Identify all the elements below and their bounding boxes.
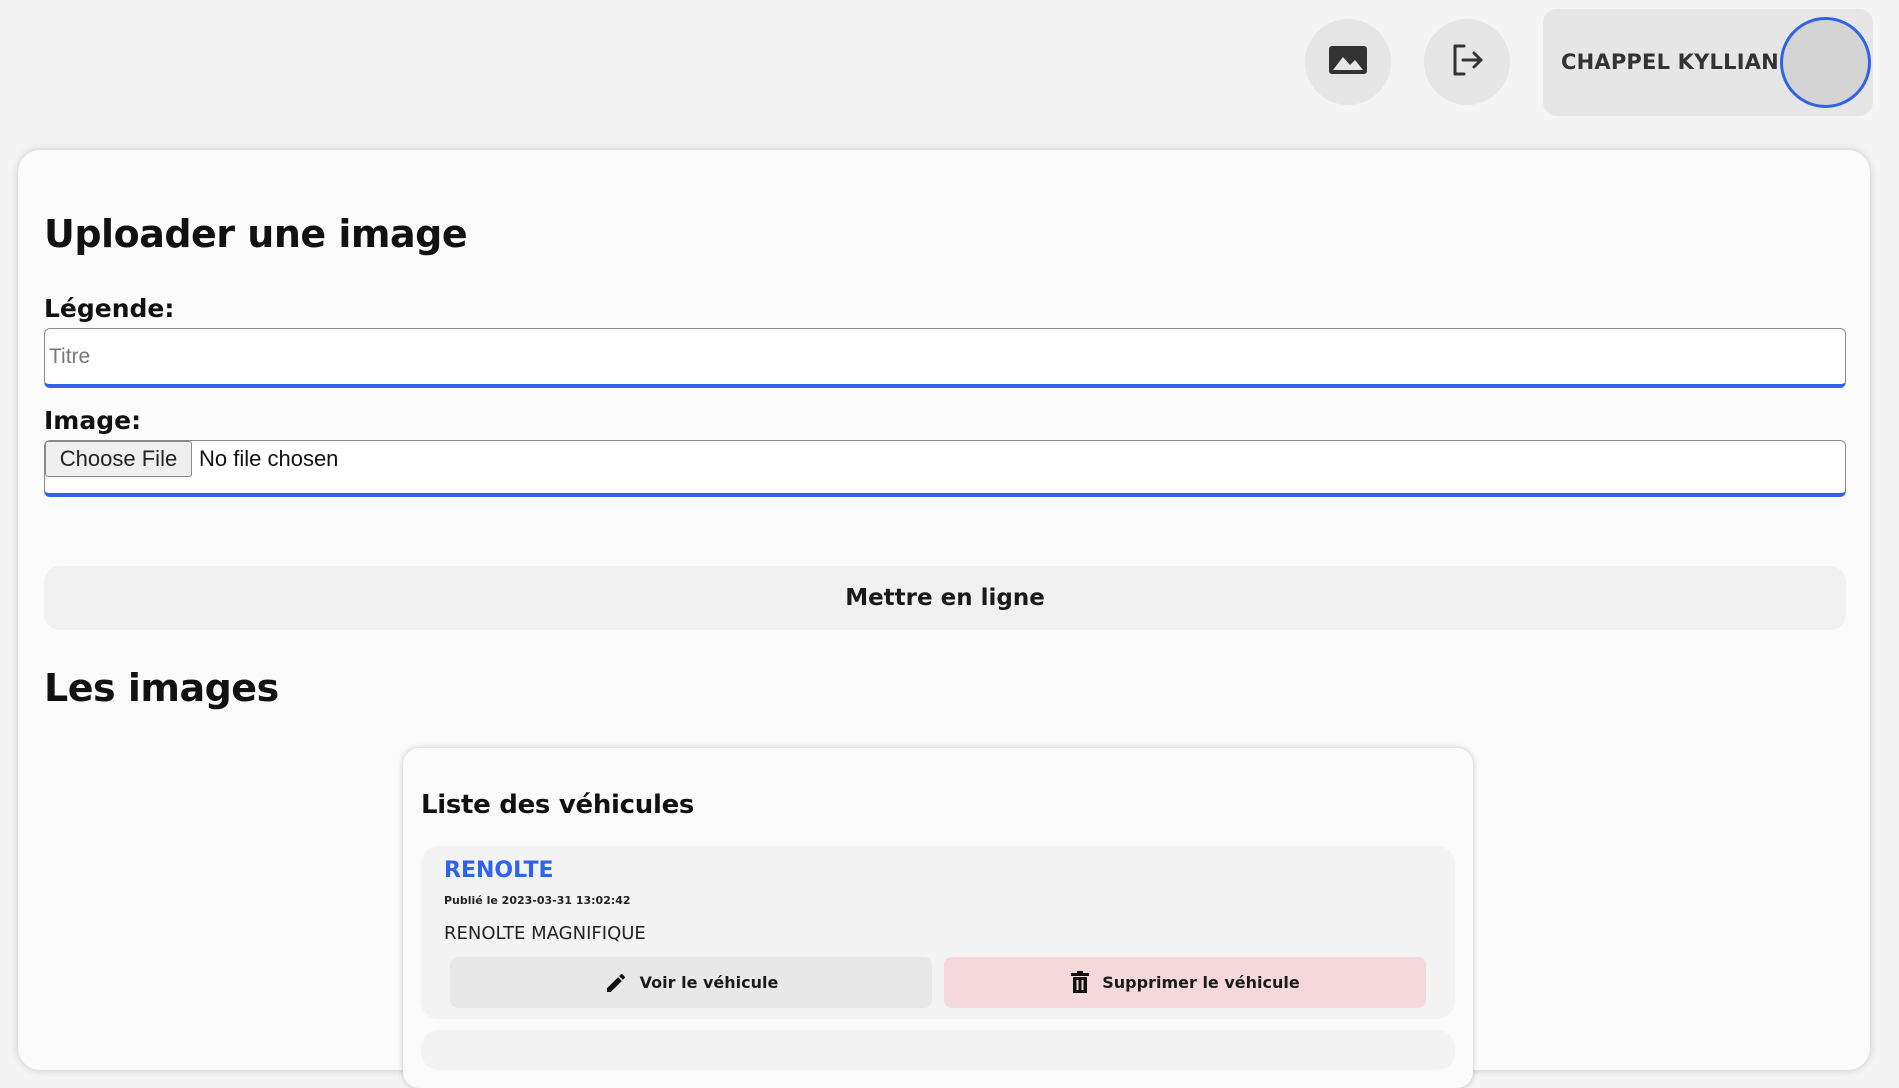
vehicle-list-title: Liste des véhicules <box>421 790 695 820</box>
file-input[interactable]: Choose File No file chosen <box>44 440 1846 497</box>
delete-vehicle-button[interactable]: Supprimer le véhicule <box>944 957 1426 1008</box>
delete-vehicle-label: Supprimer le véhicule <box>1102 973 1300 992</box>
view-vehicle-button[interactable]: Voir le véhicule <box>450 957 932 1008</box>
logout-button[interactable] <box>1424 19 1510 105</box>
upload-title: Uploader une image <box>44 212 468 256</box>
upload-submit-button[interactable]: Mettre en ligne <box>44 566 1846 630</box>
avatar[interactable] <box>1780 17 1871 108</box>
trash-icon <box>1070 970 1090 995</box>
image-icon <box>1328 44 1368 80</box>
vehicle-name: RENOLTE <box>444 858 554 883</box>
logout-icon <box>1449 42 1485 82</box>
vehicle-published-date: Publié le 2023-03-31 13:02:42 <box>444 894 631 907</box>
user-name: CHAPPEL KYLLIAN <box>1561 50 1779 74</box>
choose-file-button[interactable]: Choose File <box>45 441 192 477</box>
images-title: Les images <box>44 666 279 710</box>
list-item <box>421 1030 1455 1070</box>
vehicle-description: RENOLTE MAGNIFIQUE <box>444 923 646 944</box>
caption-input[interactable] <box>44 328 1846 388</box>
main-card: Uploader une image Légende: Image: Choos… <box>18 150 1870 1088</box>
vehicle-list-panel: Liste des véhicules RENOLTE Publié le 20… <box>403 748 1473 1088</box>
image-label: Image: <box>44 406 142 435</box>
vehicle-item: RENOLTE Publié le 2023-03-31 13:02:42 RE… <box>421 846 1455 1019</box>
view-vehicle-label: Voir le véhicule <box>639 973 779 992</box>
caption-label: Légende: <box>44 294 175 323</box>
top-bar: CHAPPEL KYLLIAN <box>0 0 1899 140</box>
file-status: No file chosen <box>199 446 339 471</box>
pencil-icon <box>604 971 628 995</box>
gallery-button[interactable] <box>1305 19 1391 105</box>
user-menu[interactable]: CHAPPEL KYLLIAN <box>1543 9 1873 116</box>
